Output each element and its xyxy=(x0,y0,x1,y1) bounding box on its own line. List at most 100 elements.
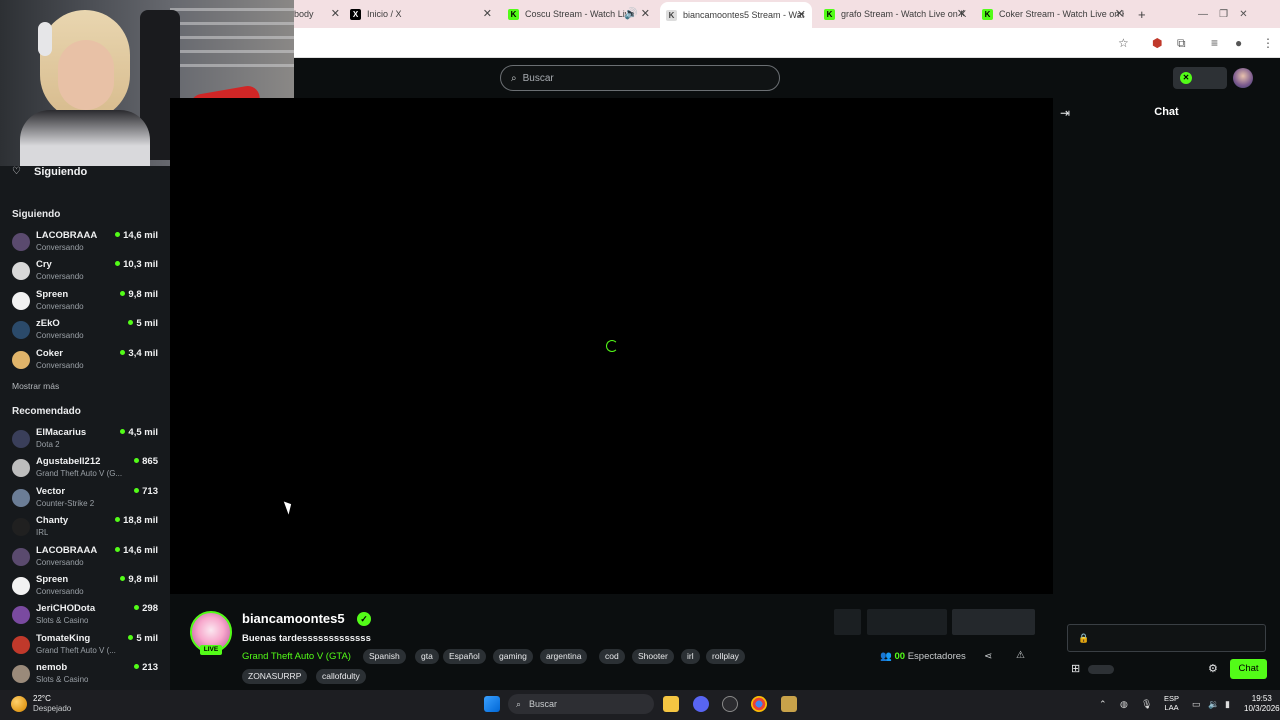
taskbar-search-label: Buscar xyxy=(529,699,558,709)
close-icon[interactable]: ✕ xyxy=(483,7,492,20)
sidebar-channel-item[interactable]: LACOBRAAA Conversando 14,6 mil xyxy=(0,544,170,573)
taskbar-clock[interactable]: 19:53 10/3/2026 xyxy=(1244,694,1280,714)
extension-icon[interactable]: ⬢ xyxy=(1152,36,1162,50)
channel-category: Grand Theft Auto V (... xyxy=(36,645,116,655)
browser-tab[interactable]: K Coscu Stream - Watch Live 🔊 ✕ xyxy=(508,4,650,24)
gift-icon[interactable]: ⊞ xyxy=(1071,662,1080,675)
taskbar-search[interactable]: ⌕ Buscar xyxy=(508,694,654,714)
windows-start-icon[interactable] xyxy=(484,696,500,712)
sidebar-channel-item[interactable]: ElMacarius Dota 2 4,5 mil xyxy=(0,426,170,455)
browser-tab[interactable]: K grafo Stream - Watch Live on K ✕ xyxy=(824,4,966,24)
weather-moon-icon[interactable] xyxy=(11,696,27,712)
live-dot-icon xyxy=(134,487,140,493)
sidebar-channel-item[interactable]: Cry Conversando 10,3 mil xyxy=(0,258,170,287)
stream-tag[interactable]: Shooter xyxy=(632,649,674,664)
send-chat-button[interactable]: Chat xyxy=(1230,659,1267,679)
channel-category: Slots & Casino xyxy=(36,675,89,685)
close-icon[interactable]: ✕ xyxy=(797,8,806,21)
kick-coin-icon: ✕ xyxy=(1180,72,1192,84)
chat-message-input[interactable]: 🔒 xyxy=(1067,624,1266,652)
sidebar-channel-item[interactable]: nemob Slots & Casino 213 xyxy=(0,661,170,690)
stream-tag[interactable]: rollplay xyxy=(706,649,745,664)
sidebar-channel-item[interactable]: JeriCHODota Slots & Casino 298 xyxy=(0,602,170,631)
stream-tag[interactable]: argentina xyxy=(540,649,588,664)
sidebar-channel-item[interactable]: Spreen Conversando 9,8 mil xyxy=(0,288,170,317)
sidebar-channel-item[interactable]: zEkO Conversando 5 mil xyxy=(0,317,170,346)
report-warning-icon[interactable]: ⚠ xyxy=(1016,650,1025,661)
viewer-count-text: 14,6 mil xyxy=(123,230,158,241)
sidebar-channel-item[interactable]: Chanty IRL 18,8 mil xyxy=(0,514,170,543)
stream-tag[interactable]: callofdulty xyxy=(316,669,366,684)
stream-tag[interactable]: irl xyxy=(681,649,700,664)
stream-tag[interactable]: gta xyxy=(415,649,439,664)
channel-name: Spreen xyxy=(36,288,69,300)
search-input[interactable]: ⌕ Buscar xyxy=(500,65,780,91)
tray-expand-icon[interactable]: ⌃ xyxy=(1099,699,1107,710)
puzzle-icon[interactable]: ⧉ xyxy=(1177,36,1186,51)
channel-avatar xyxy=(12,606,30,625)
browser-tab[interactable]: K Coker Stream - Watch Live on K ✕ xyxy=(982,4,1124,24)
live-dot-icon xyxy=(115,546,121,552)
chrome-icon[interactable] xyxy=(751,696,767,712)
stream-tag[interactable]: gaming xyxy=(493,649,533,664)
new-tab-button[interactable]: + xyxy=(1138,4,1152,24)
file-explorer-icon[interactable] xyxy=(663,696,679,712)
microphone-icon[interactable]: 🎙 xyxy=(1141,699,1152,710)
following-heading: Siguiendo xyxy=(12,209,61,220)
channel-avatar xyxy=(12,488,30,507)
close-icon[interactable]: ✕ xyxy=(331,7,340,20)
sidebar-channel-item[interactable]: Coker Conversando 3,4 mil xyxy=(0,347,170,376)
nav-following[interactable]: Siguiendo xyxy=(34,166,87,178)
share-icon[interactable]: ⋖ xyxy=(984,651,992,662)
viewer-count: 9,8 mil xyxy=(120,574,158,585)
site-header xyxy=(294,58,1280,98)
close-icon[interactable]: ✕ xyxy=(1115,7,1124,20)
close-icon[interactable]: ✕ xyxy=(957,7,966,20)
channel-username[interactable]: biancamoontes5 xyxy=(242,611,345,626)
show-more-link[interactable]: Mostrar más xyxy=(12,381,59,391)
battery-icon[interactable]: ▮ xyxy=(1225,699,1230,710)
volume-icon[interactable]: 🔉 xyxy=(1208,699,1219,710)
profile-icon[interactable]: ● xyxy=(1235,36,1242,50)
channel-category: IRL xyxy=(36,528,49,538)
follow-button-placeholder[interactable] xyxy=(952,609,1035,635)
settings-gear-icon[interactable]: ⚙ xyxy=(1208,662,1218,675)
browser-tab-active[interactable]: K biancamoontes5 Stream - Wat ✕ xyxy=(660,2,812,28)
sidebar-channel-item[interactable]: LACOBRAAA Conversando 14,6 mil xyxy=(0,229,170,258)
discord-icon[interactable] xyxy=(693,696,709,712)
channel-avatar xyxy=(12,430,30,448)
stream-tag[interactable]: Spanish xyxy=(363,649,406,664)
display-icon[interactable]: ▭ xyxy=(1192,699,1201,710)
viewer-count-text: 3,4 mil xyxy=(128,347,158,359)
channel-category: Conversando xyxy=(36,272,84,282)
app-icon[interactable] xyxy=(722,696,738,712)
live-dot-icon xyxy=(134,605,140,611)
stream-tag[interactable]: ZONASURRP xyxy=(242,669,308,684)
sidebar-channel-item[interactable]: Vector Counter-Strike 2 713 xyxy=(0,485,170,514)
viewer-count: 213 xyxy=(134,662,158,673)
language-indicator[interactable]: ESP LAA xyxy=(1164,694,1179,712)
category-link[interactable]: Grand Theft Auto V (GTA) xyxy=(242,651,351,662)
viewer-count-text: 14,6 mil xyxy=(123,544,158,556)
browser-tab[interactable]: X Inicio / X ✕ xyxy=(350,4,492,24)
sidebar-channel-item[interactable]: TomateKing Grand Theft Auto V (... 5 mil xyxy=(0,632,170,661)
live-dot-icon xyxy=(115,517,121,523)
user-avatar[interactable] xyxy=(1233,68,1253,88)
stream-tag[interactable]: Español xyxy=(443,649,486,664)
close-icon[interactable]: ✕ xyxy=(641,7,650,20)
menu-kebab-icon[interactable]: ⋮ xyxy=(1262,36,1274,50)
bookmark-star-icon[interactable]: ☆ xyxy=(1118,36,1129,50)
window-controls[interactable]: — ❐ ✕ xyxy=(1198,4,1268,24)
browser-tab[interactable]: body ✕ xyxy=(294,4,340,24)
channel-category: Conversando xyxy=(36,587,84,596)
speaker-icon[interactable]: 🔊 xyxy=(624,7,638,20)
stream-tag[interactable]: cod xyxy=(599,649,625,664)
collapse-chat-icon[interactable]: ⇥ xyxy=(1060,106,1070,120)
weather-condition: Despejado xyxy=(33,704,72,713)
media-icon[interactable]: ≡ xyxy=(1211,36,1218,50)
tray-app-icon[interactable]: ◍ xyxy=(1120,699,1128,710)
sidebar-channel-item[interactable]: Agustabell212 Grand Theft Auto V (G... 865 xyxy=(0,455,170,484)
sidebar-channel-item[interactable]: Spreen Conversando 9,8 mil xyxy=(0,573,170,602)
tab-title: Coker Stream - Watch Live on K xyxy=(999,9,1124,19)
app-icon[interactable] xyxy=(781,696,797,712)
